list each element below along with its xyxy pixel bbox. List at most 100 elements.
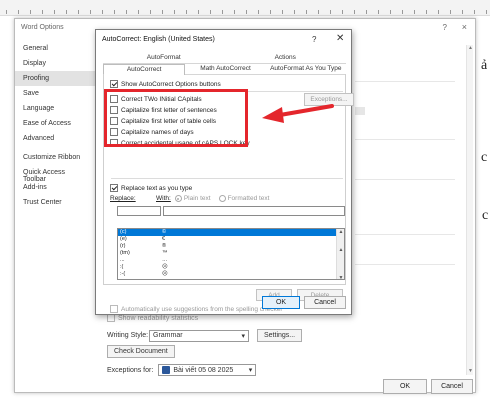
nav-item-customize-ribbon[interactable]: Customize Ribbon <box>15 150 95 165</box>
list-item-value: ® <box>162 243 167 249</box>
replace-input[interactable] <box>117 206 161 216</box>
replace-header: Replace: With: Plain text Formatted text <box>110 195 269 202</box>
readability-option[interactable]: Show readability statistics <box>107 314 198 322</box>
list-item[interactable]: :(☹ <box>118 264 344 271</box>
replace-as-you-type-checkbox[interactable]: Replace text as you type <box>110 184 192 192</box>
ruler-tick <box>330 10 331 14</box>
ruler-tick <box>246 10 247 14</box>
dialog-title: AutoCorrect: English (United States) <box>102 36 215 43</box>
nav-item-trust-center[interactable]: Trust Center <box>15 195 95 210</box>
checkbox[interactable] <box>110 80 118 88</box>
cancel-button[interactable]: Cancel <box>431 379 473 394</box>
ruler-tick <box>6 10 7 14</box>
list-item[interactable]: (c) © <box>118 229 344 236</box>
ok-button[interactable]: OK <box>383 379 427 394</box>
help-icon[interactable]: ? <box>312 35 316 44</box>
readability-label: Show readability statistics <box>118 314 199 322</box>
highlight-box <box>104 89 248 147</box>
ruler-tick <box>78 10 79 14</box>
list-item-key: :( <box>120 264 124 270</box>
scroll-down-icon[interactable]: ▼ <box>337 275 344 279</box>
close-icon[interactable]: × <box>462 22 467 32</box>
divider <box>111 178 343 179</box>
ruler-tick <box>270 10 271 14</box>
ok-button[interactable]: OK <box>262 296 300 309</box>
checkbox-label: Replace text as you type <box>121 184 193 192</box>
settings-button[interactable]: Settings... <box>257 329 303 342</box>
nav-item-quick-access-toolbar[interactable]: Quick Access Toolbar <box>15 165 95 183</box>
doc-text-fragment: c <box>481 150 488 165</box>
list-item-value: ☹ <box>162 271 168 277</box>
nav-item-ease-of-access[interactable]: Ease of Access <box>15 116 95 131</box>
ruler-tick <box>486 10 487 14</box>
ruler-tick <box>162 10 163 14</box>
nav-item-display[interactable]: Display <box>15 56 95 71</box>
help-icon[interactable]: ? <box>443 23 447 32</box>
exceptions-for-label: Exceptions for: <box>107 366 154 374</box>
list-item[interactable]: ...… <box>118 257 344 264</box>
formatted-text-radio[interactable] <box>218 195 226 202</box>
vertical-scrollbar[interactable]: ▲ ▼ <box>466 45 473 375</box>
scroll-thumb[interactable]: ▲ <box>337 247 344 253</box>
list-item-key: (e) <box>120 236 127 242</box>
nav-item-save[interactable]: Save <box>15 86 95 101</box>
ruler-tick <box>42 10 43 14</box>
doc-text-fragment: ả <box>481 58 488 73</box>
exceptions-for-select[interactable]: Bài viết 05 08 2025 ▾ <box>158 364 257 376</box>
checkbox[interactable] <box>110 184 118 192</box>
doc-text-fragment: c <box>482 208 489 223</box>
nav-item-language[interactable]: Language <box>15 101 95 116</box>
ruler-tick <box>222 10 223 14</box>
divider <box>355 81 455 82</box>
tab-autoformat[interactable]: AutoFormat <box>103 53 225 64</box>
autocorrect-list[interactable]: (c) © (e) € (r) ® (tm) ™... …:(☹:-(☹ ▲ ▲ ▼ <box>117 228 345 280</box>
ruler-tick <box>390 10 391 14</box>
scroll-up-icon[interactable]: ▲ <box>467 45 474 52</box>
check-document-button[interactable]: Check Document <box>107 345 175 358</box>
with-input[interactable] <box>163 206 345 216</box>
ruler-tick <box>318 10 319 14</box>
scroll-up-icon[interactable]: ▲ <box>337 229 344 235</box>
checkbox-label: Show AutoCorrect Options buttons <box>121 80 221 88</box>
plain-text-radio[interactable] <box>174 195 182 202</box>
ruler-tick <box>234 10 235 14</box>
divider <box>355 234 455 235</box>
nav-item-general[interactable]: General <box>15 41 95 56</box>
nav-item-advanced[interactable]: Advanced <box>15 131 95 146</box>
writing-style-label: Writing Style: <box>107 332 149 339</box>
ruler-tick <box>414 10 415 14</box>
divider <box>355 139 455 140</box>
options-nav: General Display Proofing Save Language E… <box>15 41 95 210</box>
list-item[interactable]: (e) € <box>118 236 344 243</box>
ruler-tick <box>66 10 67 14</box>
nav-item-proofing[interactable]: Proofing <box>15 71 95 86</box>
ruler-tick <box>210 10 211 14</box>
close-icon[interactable]: ✕ <box>336 33 344 44</box>
ruler-tick <box>282 10 283 14</box>
cancel-button[interactable]: Cancel <box>304 296 346 309</box>
ruler-tick <box>426 10 427 14</box>
checkbox[interactable] <box>107 314 115 322</box>
writing-style-select[interactable]: Grammar ▾ <box>149 329 249 342</box>
list-item[interactable]: (tm) ™ <box>118 250 344 257</box>
list-item[interactable]: :-(☹ <box>118 271 344 278</box>
list-scrollbar[interactable]: ▲ ▲ ▼ <box>336 229 344 279</box>
writing-style-row: Writing Style: Grammar ▾ Settings... <box>107 329 303 342</box>
ruler-tick <box>198 10 199 14</box>
list-item-key: (tm) <box>120 250 130 256</box>
scroll-down-icon[interactable]: ▼ <box>467 368 474 375</box>
exceptions-for-value: Bài viết 05 08 2025 <box>173 366 234 374</box>
ruler-tick <box>294 10 295 14</box>
formatted-text-label: Formatted text <box>227 195 270 202</box>
window-title: Word Options <box>21 24 64 31</box>
show-options-checkbox[interactable]: Show AutoCorrect Options buttons <box>110 80 221 88</box>
checkbox[interactable] <box>110 305 118 313</box>
ruler-tick <box>258 10 259 14</box>
ruler-tick <box>54 10 55 14</box>
list-item[interactable]: (r) ® <box>118 243 344 250</box>
auto-suggest-checkbox[interactable]: Automatically use suggestions from the s… <box>110 305 283 313</box>
autocorrect-dialog: AutoCorrect: English (United States) ? ✕… <box>95 29 354 315</box>
tab-actions[interactable]: Actions <box>224 53 346 64</box>
list-item-key: (c) <box>120 229 127 235</box>
ruler <box>0 0 490 16</box>
